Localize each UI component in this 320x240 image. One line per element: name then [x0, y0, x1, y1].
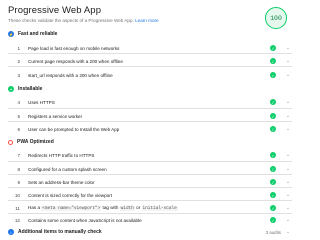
check-icon: ✓ — [270, 113, 276, 119]
chevron-down-icon[interactable]: ⌄ — [284, 166, 292, 172]
audit-number: 11 — [15, 205, 20, 211]
description-text: These checks validate the aspects of a P… — [8, 18, 134, 23]
chevron-down-icon[interactable]: ⌄ — [284, 45, 292, 51]
info-icon: i — [8, 229, 14, 235]
chevron-down-icon[interactable]: ⌄ — [284, 152, 292, 158]
chevron-down-icon[interactable]: ⌄ — [284, 58, 292, 64]
group-title: Fast and reliable — [18, 31, 58, 37]
divider — [8, 174, 292, 175]
audit-row[interactable]: 3 start_url responds with a 200 when off… — [8, 70, 292, 80]
audit-number: 10 — [14, 192, 20, 198]
audit-label: Contains some content when JavaScript is… — [28, 217, 142, 223]
chevron-down-icon[interactable]: ⌄ — [284, 72, 292, 78]
audit-number: 2 — [17, 58, 20, 64]
audit-label: Current page responds with a 200 when of… — [28, 58, 123, 64]
divider — [8, 200, 292, 201]
check-icon: ✓ — [270, 192, 276, 198]
divider — [8, 53, 292, 54]
audit-label: User can be prompted to Install the Web … — [28, 126, 120, 132]
check-icon: ✓ — [270, 126, 276, 132]
audit-row[interactable]: 5 Registers a service worker ✓ ⌄ — [8, 111, 292, 121]
audit-row[interactable]: 12 Contains some content when JavaScript… — [8, 215, 292, 225]
star-icon — [8, 139, 13, 145]
audit-row[interactable]: 1 Page load is fast enough on mobile net… — [8, 43, 292, 53]
chevron-down-icon[interactable]: ⌄ — [284, 229, 292, 235]
audit-label: Redirects HTTP traffic to HTTPS — [28, 152, 95, 158]
check-icon: ✓ — [270, 45, 276, 51]
code-snippet: <meta name="viewport"> — [41, 206, 102, 211]
audit-number: 4 — [17, 99, 20, 105]
chevron-down-icon[interactable]: ⌄ — [284, 126, 292, 132]
group-title: Installable — [18, 86, 43, 92]
audit-label: Sets an address-bar theme color — [28, 179, 95, 185]
audit-row[interactable]: 6 User can be prompted to Install the We… — [8, 124, 292, 134]
group-header-fast-reliable: ⚡ Fast and reliable — [8, 29, 57, 39]
divider — [8, 187, 292, 188]
chevron-down-icon[interactable]: ⌄ — [284, 217, 292, 223]
audit-row[interactable]: 4 Uses HTTPS ✓ ⌄ — [8, 97, 292, 107]
chevron-down-icon[interactable]: ⌄ — [284, 205, 292, 211]
audit-row[interactable]: 11 Has a <meta name="viewport"> tag with… — [8, 203, 292, 213]
plus-icon: + — [8, 86, 14, 92]
chevron-down-icon[interactable]: ⌄ — [284, 99, 292, 105]
audit-row[interactable]: 9 Sets an address-bar theme color ✓ ⌄ — [8, 177, 292, 187]
audit-number: 5 — [17, 113, 20, 119]
audit-number: 3 — [17, 72, 20, 78]
audit-label: Uses HTTPS — [28, 99, 55, 105]
audit-row[interactable]: 7 Redirects HTTP traffic to HTTPS ✓ ⌄ — [8, 150, 292, 160]
audit-number: 12 — [14, 217, 20, 223]
check-icon: ✓ — [270, 205, 276, 211]
audit-label: Page load is fast enough on mobile netwo… — [28, 45, 120, 51]
lightning-icon: ⚡ — [8, 31, 14, 37]
manual-checks-row[interactable]: i Additional items to manually check 3 a… — [8, 227, 292, 237]
code-snippet: initial-scale — [141, 206, 178, 211]
check-icon: ✓ — [270, 99, 276, 105]
label-text: tag with — [102, 205, 119, 210]
chevron-down-icon[interactable]: ⌄ — [284, 192, 292, 198]
check-icon: ✓ — [270, 166, 276, 172]
chevron-down-icon[interactable]: ⌄ — [284, 179, 292, 185]
audit-number: 1 — [17, 45, 20, 51]
learn-more-link[interactable]: Learn more — [135, 18, 159, 23]
check-icon: ✓ — [270, 179, 276, 185]
audit-number: 6 — [17, 126, 20, 132]
audit-number: 9 — [17, 179, 20, 185]
audit-number: 8 — [17, 166, 20, 172]
divider — [8, 213, 292, 214]
code-snippet: width — [119, 206, 135, 211]
audit-count: 3 audits — [265, 229, 281, 235]
page-title: Progressive Web App — [8, 5, 102, 16]
audit-label: Has a <meta name="viewport"> tag with wi… — [28, 205, 270, 211]
group-title: PWA Optimized — [17, 139, 54, 145]
check-icon: ✓ — [270, 217, 276, 223]
audit-label: Content is sized correctly for the viewp… — [28, 192, 112, 198]
divider — [8, 121, 292, 122]
score-gauge: 100 — [265, 7, 287, 29]
audit-row[interactable]: 10 Content is sized correctly for the vi… — [8, 190, 292, 200]
label-text: or — [136, 205, 141, 210]
check-icon: ✓ — [270, 152, 276, 158]
audit-row[interactable]: 2 Current page responds with a 200 when … — [8, 56, 292, 66]
divider — [8, 108, 292, 109]
group-header-installable: + Installable — [8, 84, 42, 94]
chevron-down-icon[interactable]: ⌄ — [284, 113, 292, 119]
group-header-pwa-optimized: PWA Optimized — [8, 137, 54, 147]
audit-row[interactable]: 8 Configured for a custom splash screen … — [8, 164, 292, 174]
audit-label: Configured for a custom splash screen — [28, 166, 107, 172]
category-header: Progressive Web App These checks validat… — [8, 5, 248, 23]
label-text: Has a — [28, 205, 41, 210]
manual-checks-label: Additional items to manually check — [18, 229, 102, 235]
check-icon: ✓ — [270, 58, 276, 64]
divider — [8, 66, 292, 67]
divider — [8, 161, 292, 162]
audit-label: Registers a service worker — [28, 113, 83, 119]
audit-label: start_url responds with a 200 when offli… — [28, 72, 113, 78]
audit-number: 7 — [17, 152, 20, 158]
check-icon: ✓ — [270, 72, 276, 78]
category-description: These checks validate the aspects of a P… — [8, 18, 248, 23]
